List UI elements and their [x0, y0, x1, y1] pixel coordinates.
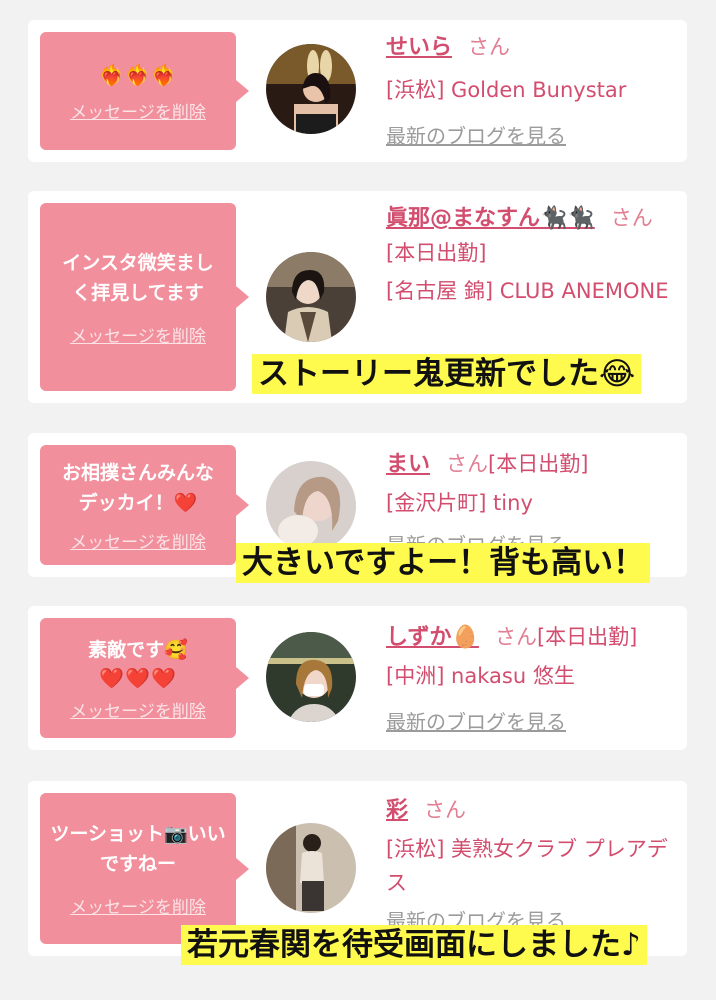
working-today-label: [本日出勤] [536, 625, 638, 649]
shop-label: [金沢片町] tiny [386, 491, 533, 515]
message-bubble: 素敵です🥰 ❤️❤️❤️ メッセージを削除 [40, 618, 249, 738]
latest-blog-link[interactable]: 最新のブログを見る [386, 710, 566, 734]
delete-message-link[interactable]: メッセージを削除 [70, 697, 206, 722]
avatar[interactable] [266, 461, 356, 551]
message-text: インスタ微笑ましく拝見してます [62, 251, 214, 304]
shop-label: [名古屋 錦] CLUB ANEMONE [386, 279, 669, 303]
overlay-caption: 若元春関を待受画面にしました♪ [181, 925, 647, 965]
message-card-4: 素敵です🥰 ❤️❤️❤️ メッセージを削除 しずか🥚 さん[本日出勤] [中洲] … [28, 606, 687, 750]
latest-blog-link[interactable]: 最新のブログを見る [386, 124, 566, 148]
message-bubble: ツーショット📷いいですねー メッセージを削除 [40, 793, 249, 944]
avatar[interactable] [266, 252, 356, 342]
honorific: さん [494, 625, 537, 649]
cast-name-link[interactable]: 彩 [386, 798, 408, 823]
message-card-1: ❤️‍🔥❤️‍🔥❤️‍🔥 メッセージを削除 せいら さん [浜松] Golden … [28, 20, 687, 162]
shop-label: [中洲] nakasu 悠生 [386, 664, 575, 688]
message-bubble: お相撲さんみんなデッカイ！❤️ メッセージを削除 [40, 445, 249, 565]
cast-name-link[interactable]: 眞那@まなすん🐈‍⬛🐈‍⬛ [386, 206, 595, 231]
avatar[interactable] [266, 823, 356, 913]
overlay-caption: 大きいですよー！背も高い！ [236, 543, 651, 583]
cast-info: せいら さん [浜松] Golden Bunystar 最新のブログを見る [386, 30, 676, 153]
message-bubble: ❤️‍🔥❤️‍🔥❤️‍🔥 メッセージを削除 [40, 32, 249, 150]
cast-name-link[interactable]: まい [386, 452, 430, 477]
cast-info: 眞那@まなすん🐈‍⬛🐈‍⬛ さん [本日出勤] [名古屋 錦] CLUB ANEMO… [386, 201, 676, 308]
message-bubble: インスタ微笑ましく拝見してます メッセージを削除 [40, 203, 249, 391]
delete-message-link[interactable]: メッセージを削除 [70, 528, 206, 553]
delete-message-link[interactable]: メッセージを削除 [70, 322, 206, 347]
avatar[interactable] [266, 632, 356, 722]
working-today-label: [本日出勤] [386, 241, 487, 265]
avatar[interactable] [266, 44, 356, 134]
shop-label: [浜松] Golden Bunystar [386, 78, 627, 102]
honorific: さん [424, 798, 467, 822]
cast-info: 彩さん [浜松] 美熟女クラブ プレアデス 最新のブログを見る [386, 793, 676, 938]
message-text: ❤️‍🔥❤️‍🔥❤️‍🔥 [99, 62, 177, 87]
message-text: 素敵です🥰 [88, 638, 188, 661]
cast-name-link[interactable]: しずか🥚 [386, 625, 479, 650]
honorific: さん [446, 452, 489, 476]
shop-label: [浜松] 美熟女クラブ プレアデス [386, 837, 668, 895]
message-text: ツーショット📷いいですねー [50, 823, 226, 875]
message-text: お相撲さんみんなデッカイ！❤️ [61, 461, 214, 514]
cast-name-link[interactable]: せいら [386, 35, 452, 60]
overlay-caption: ストーリー鬼更新でした😂 [252, 354, 642, 394]
message-hearts: ❤️❤️❤️ [99, 665, 177, 690]
delete-message-link[interactable]: メッセージを削除 [70, 98, 206, 123]
honorific: さん [610, 206, 653, 230]
delete-message-link[interactable]: メッセージを削除 [70, 893, 206, 918]
honorific: さん [468, 35, 511, 59]
cast-info: しずか🥚 さん[本日出勤] [中洲] nakasu 悠生 最新のブログを見る [386, 620, 676, 739]
working-today-label: [本日出勤] [488, 452, 589, 476]
